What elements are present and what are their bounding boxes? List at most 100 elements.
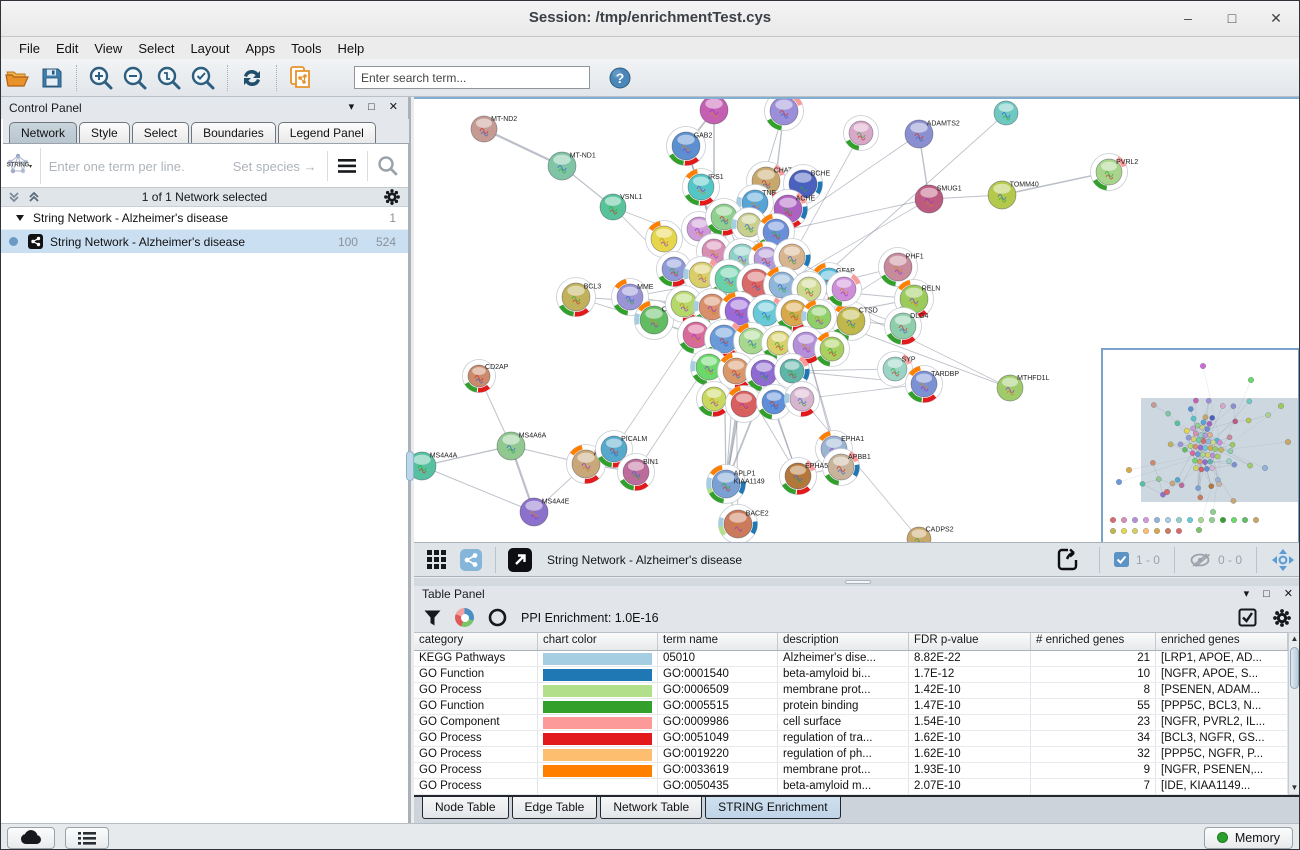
network-node[interactable]	[994, 101, 1018, 125]
column-header-description[interactable]: description	[778, 633, 909, 650]
network-from-clipboard-button[interactable]	[285, 63, 317, 93]
column-header-term-name[interactable]: term name	[658, 633, 778, 650]
network-node[interactable]	[700, 99, 728, 124]
zoom-selected-button[interactable]	[187, 63, 219, 93]
network-node-mt-nd1[interactable]: MT-ND1	[548, 152, 596, 180]
panel-close-icon[interactable]: ✕	[389, 100, 398, 114]
network-node-tardbp[interactable]: TARDBP	[906, 366, 960, 403]
column-header-category[interactable]: category	[414, 633, 538, 650]
tree-expand-icon[interactable]	[15, 213, 25, 223]
table-row[interactable]: GO ProcessGO:0051049regulation of tra...…	[414, 731, 1288, 747]
tab-legend-panel[interactable]: Legend Panel	[278, 122, 376, 143]
scroll-down-arrow[interactable]: ▼	[1289, 782, 1300, 794]
panel-menu-icon[interactable]: ▾	[349, 100, 355, 114]
network-collection-row[interactable]: String Network - Alzheimer's disease 1	[1, 207, 408, 230]
network-node-gab2[interactable]: GAB2	[667, 127, 713, 166]
tab-network[interactable]: Network	[9, 122, 77, 143]
horizontal-splitter[interactable]	[414, 578, 1300, 586]
network-node[interactable]	[844, 116, 879, 151]
network-panel-gear-button[interactable]	[384, 189, 400, 205]
string-search-button[interactable]	[368, 148, 408, 184]
navigator-toggle-icon[interactable]	[1271, 548, 1295, 572]
scrollbar-thumb[interactable]	[1290, 647, 1299, 689]
column-header-enriched-genes[interactable]: enriched genes	[1156, 633, 1288, 650]
maximize-button[interactable]: □	[1221, 7, 1243, 29]
table-row[interactable]: GO ProcessGO:0019220regulation of ph...1…	[414, 747, 1288, 763]
network-edge[interactable]	[422, 466, 534, 512]
panel-menu-icon[interactable]: ▾	[1244, 587, 1250, 601]
network-node-cd2ap[interactable]: CD2AP	[463, 360, 509, 393]
panel-float-icon[interactable]: □	[368, 100, 375, 114]
network-node-bin1[interactable]: BIN1	[618, 454, 659, 491]
task-history-button[interactable]	[65, 827, 109, 849]
table-row[interactable]: GO ProcessGO:0050435beta-amyloid m...2.0…	[414, 779, 1288, 795]
network-node-cadps2[interactable]: CADPS2	[907, 527, 954, 542]
enrichment-table[interactable]: categorychart colorterm namedescriptionF…	[414, 632, 1288, 795]
tab-edge-table[interactable]: Edge Table	[512, 797, 598, 819]
scroll-up-arrow[interactable]: ▲	[1289, 633, 1300, 645]
panel-splitter-grip[interactable]	[406, 451, 414, 481]
network-node[interactable]	[765, 99, 804, 131]
network-node-ms4a4e[interactable]: MS4A4E	[520, 498, 570, 526]
network-node-bace2[interactable]: BACE2	[719, 505, 769, 543]
birds-eye-graph[interactable]	[1103, 350, 1298, 542]
tab-select[interactable]: Select	[132, 122, 189, 143]
network-node[interactable]	[815, 332, 850, 367]
tab-boundaries[interactable]: Boundaries	[191, 122, 276, 143]
column-header-chart-color[interactable]: chart color	[538, 633, 658, 650]
table-row[interactable]: GO ProcessGO:0006509membrane prot...1.42…	[414, 683, 1288, 699]
table-row[interactable]: GO ProcessGO:0033619membrane prot...1.93…	[414, 763, 1288, 779]
network-node-dlg4[interactable]: DLG4	[885, 308, 929, 345]
network-node-apbb1[interactable]: APBB1	[823, 449, 871, 486]
export-network-button[interactable]	[1052, 545, 1084, 575]
tab-string-enrichment[interactable]: STRING Enrichment	[705, 797, 840, 819]
column-header-FDR-p-value[interactable]: FDR p-value	[909, 633, 1031, 650]
network-node[interactable]	[785, 382, 820, 417]
network-node-adamts2[interactable]: ADAMTS2	[905, 120, 960, 148]
gear-icon[interactable]	[1273, 609, 1291, 627]
network-node-bcl3[interactable]: BCL3	[557, 278, 602, 317]
network-node-mt-nd2[interactable]: MT-ND2	[471, 116, 517, 142]
column-header--enriched-genes[interactable]: # enriched genes	[1031, 633, 1156, 650]
collapse-all-icon[interactable]	[7, 190, 21, 204]
network-node[interactable]	[827, 272, 862, 307]
filter-icon[interactable]	[424, 610, 441, 626]
string-view-button[interactable]	[455, 545, 487, 575]
zoom-fit-button[interactable]	[153, 63, 185, 93]
refresh-button[interactable]	[236, 63, 268, 93]
selected-nodes-icon[interactable]	[1114, 552, 1129, 567]
network-view-canvas[interactable]: MT-ND2MT-ND1VSNL1GAB2IRS1CHATBCHEACHETNF…	[414, 97, 1300, 542]
network-node-ms4a4a[interactable]: MS4A4A	[414, 452, 458, 480]
network-node-ms4a6a[interactable]: MS4A6A	[497, 432, 547, 460]
set-species-label[interactable]: Set species →	[233, 159, 317, 174]
table-row[interactable]: KEGG Pathways05010Alzheimer's dise...8.8…	[414, 651, 1288, 667]
string-database-selector[interactable]: STRING	[1, 148, 41, 184]
menu-help[interactable]: Help	[330, 40, 373, 57]
hidden-nodes-icon[interactable]	[1189, 552, 1211, 568]
open-in-browser-button[interactable]	[504, 545, 536, 575]
panel-close-icon[interactable]: ✕	[1284, 587, 1293, 601]
grid-view-button[interactable]	[421, 545, 453, 575]
menu-apps[interactable]: Apps	[238, 40, 284, 57]
network-row-selected[interactable]: String Network - Alzheimer's disease 100…	[1, 230, 408, 253]
string-options-button[interactable]	[328, 148, 368, 184]
network-node-smug1[interactable]: SMUG1	[915, 185, 962, 213]
memory-status-button[interactable]: Memory	[1204, 827, 1293, 849]
minimize-button[interactable]: –	[1177, 7, 1199, 29]
network-node-pvrl2[interactable]: PVRL2	[1091, 154, 1139, 191]
table-vertical-scrollbar[interactable]: ▲ ▼	[1288, 632, 1300, 795]
table-row[interactable]: GO ComponentGO:0009986cell surface1.54E-…	[414, 715, 1288, 731]
ring-chart-button[interactable]	[488, 608, 507, 627]
expand-all-icon[interactable]	[27, 190, 41, 204]
network-node-epha5[interactable]: EPHA5	[780, 458, 829, 495]
menu-edit[interactable]: Edit	[48, 40, 86, 57]
select-rows-icon[interactable]	[1238, 608, 1257, 627]
search-input[interactable]	[354, 66, 590, 89]
zoom-in-button[interactable]	[85, 63, 117, 93]
automation-status-button[interactable]	[7, 827, 55, 849]
menu-select[interactable]: Select	[130, 40, 182, 57]
panel-float-icon[interactable]: □	[1263, 587, 1270, 601]
tab-style[interactable]: Style	[79, 122, 130, 143]
open-session-button[interactable]	[2, 63, 34, 93]
menu-file[interactable]: File	[11, 40, 48, 57]
